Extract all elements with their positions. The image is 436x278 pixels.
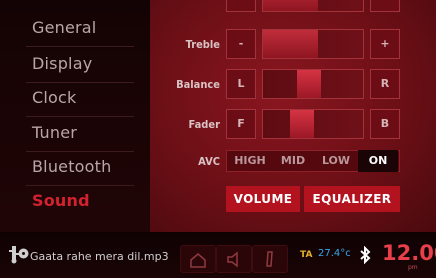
mute-button[interactable]	[216, 245, 252, 273]
avc-option-on[interactable]: ON	[358, 150, 398, 172]
slider-thumb[interactable]	[297, 70, 321, 98]
disc-icon	[18, 248, 29, 259]
treble-minus-button[interactable]: -	[226, 29, 256, 59]
sidebar-item-clock[interactable]: Clock	[0, 84, 150, 117]
ta-indicator: TA	[300, 250, 313, 260]
fader-back-button[interactable]: B	[370, 109, 400, 139]
sidebar-item-label: Tuner	[32, 123, 78, 142]
speaker-icon	[227, 251, 238, 268]
divider	[26, 151, 134, 152]
treble-slider[interactable]	[262, 29, 364, 59]
phone-icon	[266, 251, 273, 267]
balance-left-button[interactable]: L	[226, 69, 256, 99]
home-button[interactable]	[180, 245, 216, 273]
home-icon	[190, 253, 206, 268]
sidebar-item-label: Sound	[32, 191, 90, 210]
fader-slider[interactable]	[262, 109, 364, 139]
sidebar-item-tuner[interactable]: Tuner	[0, 119, 150, 152]
slider-fill	[263, 0, 318, 11]
divider	[26, 185, 134, 186]
divider	[26, 116, 134, 117]
balance-label: Balance	[176, 78, 220, 91]
volume-button[interactable]: VOLUME	[226, 186, 300, 212]
screen: General Display Clock Tuner Bluetooth So…	[0, 0, 436, 278]
clock-ampm: pm	[408, 264, 418, 271]
avc-option-high[interactable]: HIGH	[228, 150, 272, 172]
sidebar-item-label: Display	[32, 54, 93, 73]
bluetooth-icon	[360, 246, 371, 264]
clock-time: 12.00	[382, 241, 436, 265]
bass-slider[interactable]	[262, 0, 364, 12]
sidebar-item-sound[interactable]: Sound	[0, 187, 150, 220]
fader-label: Fader	[188, 118, 220, 131]
fader-front-button[interactable]: F	[226, 109, 256, 139]
avc-option-low[interactable]: LOW	[316, 150, 356, 172]
bass-minus-button[interactable]	[226, 0, 256, 12]
avc-label: AVC	[198, 155, 220, 168]
balance-slider[interactable]	[262, 69, 364, 99]
divider	[26, 46, 134, 47]
status-bar: Gaata rahe mera dil.mp3 TA 27.4°c 12.00 …	[0, 232, 436, 278]
bass-plus-button[interactable]	[370, 0, 400, 12]
phone-button[interactable]	[252, 245, 288, 273]
avc-option-mid[interactable]: MID	[274, 150, 312, 172]
now-playing-title: Gaata rahe mera dil.mp3	[30, 250, 169, 263]
sidebar-item-label: Bluetooth	[32, 157, 112, 176]
sidebar-item-general[interactable]: General	[0, 14, 150, 47]
divider	[26, 82, 134, 83]
treble-label: Treble	[185, 38, 220, 51]
slider-fill	[263, 30, 318, 58]
equalizer-button[interactable]: EQUALIZER	[304, 186, 400, 212]
balance-right-button[interactable]: R	[370, 69, 400, 99]
temperature-readout: 27.4°c	[318, 248, 351, 259]
slider-thumb[interactable]	[290, 110, 314, 138]
sidebar-item-label: Clock	[32, 88, 77, 107]
settings-sidebar: General Display Clock Tuner Bluetooth So…	[0, 0, 150, 232]
treble-plus-button[interactable]: +	[370, 29, 400, 59]
sidebar-item-label: General	[32, 18, 97, 37]
sidebar-item-display[interactable]: Display	[0, 50, 150, 83]
sidebar-item-bluetooth[interactable]: Bluetooth	[0, 153, 150, 186]
